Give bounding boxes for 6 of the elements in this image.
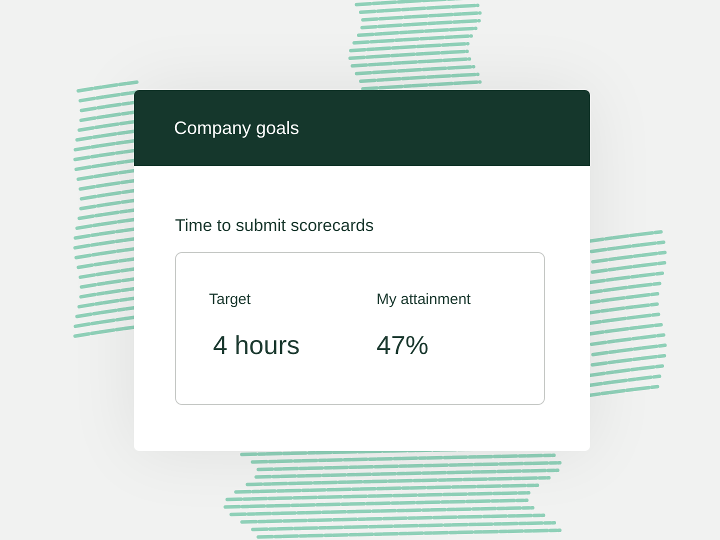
card-title: Company goals — [174, 118, 300, 138]
field-value: 47% — [376, 330, 429, 361]
field-label: My attainment — [376, 291, 471, 308]
field-value: 4 hours — [213, 330, 300, 361]
metric-name: Time to submit scorecards — [175, 216, 375, 236]
field-label: Target — [209, 291, 251, 308]
